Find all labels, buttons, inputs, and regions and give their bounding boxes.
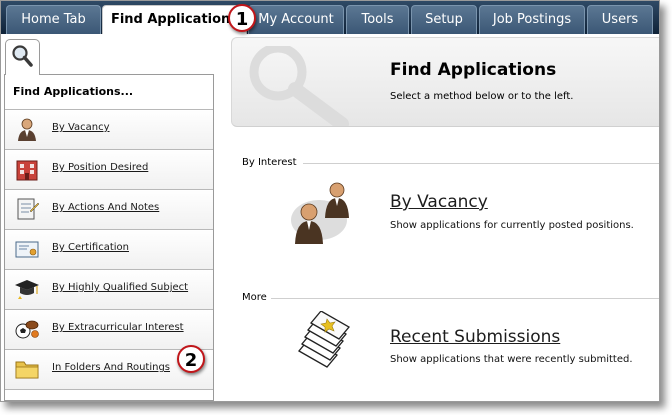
recent-submissions-description: Show applications that were recently sub… xyxy=(390,354,633,365)
sidebar-item-label: By Position Desired xyxy=(52,162,149,173)
main-header-panel: Find Applications Select a method below … xyxy=(231,37,659,127)
magnifier-icon xyxy=(12,45,33,67)
notepad-icon xyxy=(17,198,40,220)
sidebar-item-by-actions-and-notes[interactable]: By Actions And Notes xyxy=(5,190,213,230)
section-divider xyxy=(271,298,659,299)
building-icon xyxy=(16,160,38,181)
app-window: Home Tab Find Applications My Account To… xyxy=(0,0,660,402)
sidebar-item-label: By Actions And Notes xyxy=(52,202,160,213)
tab-find-applications[interactable]: Find Applications xyxy=(102,5,247,34)
sidebar-item-by-highly-qualified-subject[interactable]: By Highly Qualified Subject xyxy=(5,270,213,310)
page-title: Find Applications xyxy=(390,60,557,80)
document-stack-icon xyxy=(298,311,350,368)
sidebar-search-tab[interactable] xyxy=(5,39,40,75)
folder-icon xyxy=(15,361,39,379)
sidebar-item-label: By Highly Qualified Subject xyxy=(52,282,189,293)
person-icon xyxy=(18,118,36,141)
top-tab-bar: Home Tab Find Applications My Account To… xyxy=(1,1,659,34)
sidebar-item-by-position-desired[interactable]: By Position Desired xyxy=(5,150,213,190)
sidebar-item-label: By Vacancy xyxy=(52,122,110,133)
page-subtitle: Select a method below or to the left. xyxy=(390,91,574,102)
tab-tools[interactable]: Tools xyxy=(346,5,409,34)
section-label-by-interest: By Interest xyxy=(242,157,297,168)
graduation-cap-icon xyxy=(15,280,39,299)
tab-my-account[interactable]: My Account xyxy=(248,5,344,34)
tab-home[interactable]: Home Tab xyxy=(6,5,101,34)
by-vacancy-link[interactable]: By Vacancy xyxy=(390,192,488,212)
sidebar-item-by-vacancy[interactable]: By Vacancy xyxy=(5,110,213,150)
sidebar-item-by-extracurricular-interest[interactable]: By Extracurricular Interest xyxy=(5,310,213,350)
sidebar-item-label: By Extracurricular Interest xyxy=(52,322,184,333)
sidebar-item-label: In Folders And Routings xyxy=(52,362,171,373)
magnifier-watermark-icon xyxy=(249,46,349,126)
people-group-icon xyxy=(291,182,349,244)
tab-users[interactable]: Users xyxy=(587,5,653,34)
callout-badge-1: 1 xyxy=(228,4,256,32)
certificate-icon xyxy=(15,241,39,258)
tab-job-postings[interactable]: Job Postings xyxy=(479,5,585,34)
section-divider xyxy=(303,163,659,164)
callout-badge-2: 2 xyxy=(177,345,205,373)
tab-setup[interactable]: Setup xyxy=(411,5,477,34)
by-vacancy-description: Show applications for currently posted p… xyxy=(390,220,634,231)
section-label-more: More xyxy=(242,292,267,303)
sidebar-heading: Find Applications... xyxy=(5,75,213,110)
recent-submissions-link[interactable]: Recent Submissions xyxy=(390,327,560,347)
sidebar-item-label: By Certification xyxy=(52,242,129,253)
sidebar-item-by-certification[interactable]: By Certification xyxy=(5,230,213,270)
sports-balls-icon xyxy=(15,320,39,339)
